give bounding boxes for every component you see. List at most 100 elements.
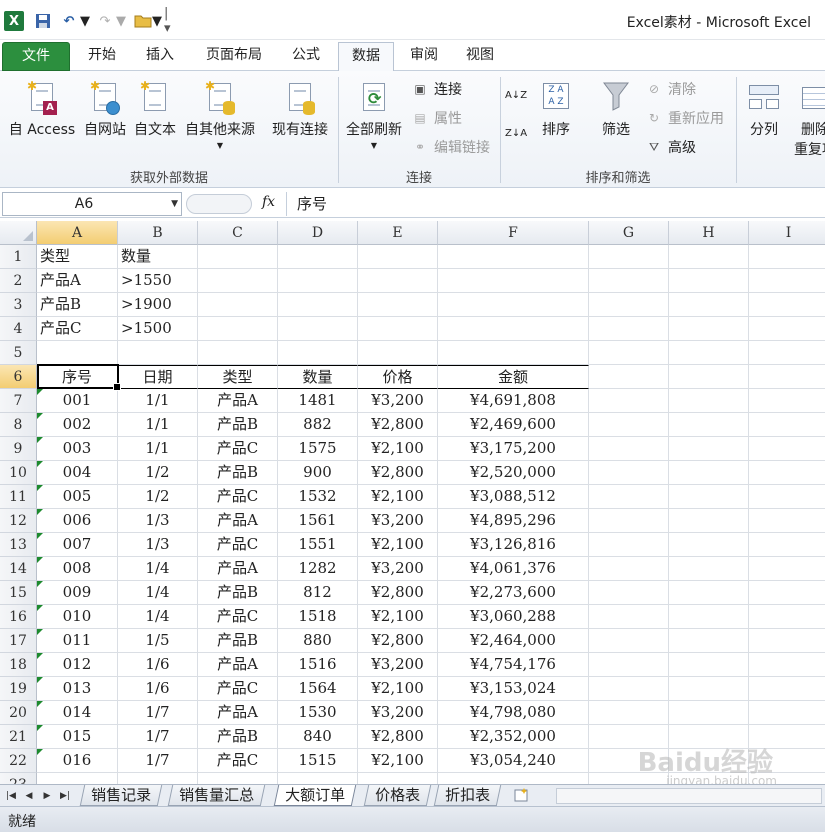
row-header[interactable]: 14 bbox=[0, 557, 37, 581]
cell[interactable]: 数量 bbox=[118, 245, 198, 269]
cell[interactable] bbox=[358, 773, 438, 784]
tab-page-layout[interactable]: 页面布局 bbox=[194, 42, 274, 71]
cell[interactable] bbox=[278, 293, 358, 317]
cell[interactable] bbox=[589, 581, 669, 605]
cell[interactable] bbox=[438, 269, 589, 293]
cell[interactable]: ¥3,200 bbox=[358, 653, 438, 677]
cell[interactable] bbox=[589, 653, 669, 677]
cell[interactable] bbox=[669, 629, 749, 653]
cell[interactable] bbox=[198, 773, 278, 784]
column-header-d[interactable]: D bbox=[278, 221, 358, 245]
cell[interactable] bbox=[669, 557, 749, 581]
cell[interactable] bbox=[749, 269, 825, 293]
row-header[interactable]: 5 bbox=[0, 341, 37, 365]
formula-input[interactable]: 序号 bbox=[286, 192, 825, 216]
cell[interactable]: 产品B bbox=[198, 629, 278, 653]
sheet-tab[interactable]: 折扣表 bbox=[433, 785, 502, 806]
row-header[interactable]: 15 bbox=[0, 581, 37, 605]
cell[interactable] bbox=[669, 365, 749, 389]
cell[interactable]: ¥3,200 bbox=[358, 389, 438, 413]
cell[interactable]: 产品C bbox=[198, 533, 278, 557]
horizontal-scrollbar[interactable] bbox=[556, 788, 822, 804]
cell[interactable] bbox=[358, 293, 438, 317]
cell[interactable] bbox=[198, 269, 278, 293]
cell[interactable] bbox=[669, 245, 749, 269]
cell[interactable]: 011 bbox=[37, 629, 118, 653]
cell[interactable] bbox=[278, 245, 358, 269]
cell[interactable]: ¥3,060,288 bbox=[438, 605, 589, 629]
row-header[interactable]: 13 bbox=[0, 533, 37, 557]
cell[interactable] bbox=[749, 509, 825, 533]
cell[interactable] bbox=[749, 245, 825, 269]
cell[interactable]: ¥2,100 bbox=[358, 437, 438, 461]
open-folder-icon[interactable] bbox=[134, 10, 152, 32]
cell[interactable] bbox=[589, 269, 669, 293]
cell[interactable]: ¥3,126,816 bbox=[438, 533, 589, 557]
column-header-c[interactable]: C bbox=[198, 221, 278, 245]
edit-links-button[interactable]: ⚭ 编辑链接 bbox=[412, 137, 490, 157]
cell[interactable]: 1564 bbox=[278, 677, 358, 701]
cell[interactable]: 1/7 bbox=[118, 725, 198, 749]
column-title[interactable]: 类型 bbox=[198, 365, 278, 389]
cell[interactable] bbox=[278, 317, 358, 341]
cell[interactable]: 016 bbox=[37, 749, 118, 773]
cell[interactable] bbox=[669, 269, 749, 293]
cell[interactable]: 006 bbox=[37, 509, 118, 533]
cell[interactable] bbox=[198, 293, 278, 317]
cell[interactable] bbox=[589, 437, 669, 461]
from-text-button[interactable]: ✱ 自文本 bbox=[130, 79, 180, 139]
cell[interactable] bbox=[438, 317, 589, 341]
cell[interactable]: ¥3,200 bbox=[358, 509, 438, 533]
cell[interactable] bbox=[589, 629, 669, 653]
cell[interactable] bbox=[37, 773, 118, 784]
first-sheet-icon[interactable]: |◀ bbox=[4, 788, 18, 804]
cell[interactable]: 1/5 bbox=[118, 629, 198, 653]
cell[interactable]: 1515 bbox=[278, 749, 358, 773]
cell[interactable]: 1551 bbox=[278, 533, 358, 557]
sort-button[interactable]: Z AA Z 排序 bbox=[536, 79, 576, 139]
cell[interactable]: 1/2 bbox=[118, 485, 198, 509]
cell[interactable]: 产品C bbox=[198, 485, 278, 509]
cell[interactable]: ¥4,798,080 bbox=[438, 701, 589, 725]
cell[interactable]: 008 bbox=[37, 557, 118, 581]
cell[interactable]: >1900 bbox=[118, 293, 198, 317]
cell[interactable]: 类型 bbox=[37, 245, 118, 269]
cell[interactable] bbox=[749, 653, 825, 677]
cell[interactable] bbox=[438, 245, 589, 269]
row-header[interactable]: 16 bbox=[0, 605, 37, 629]
cell[interactable] bbox=[669, 725, 749, 749]
cell[interactable] bbox=[589, 365, 669, 389]
cell[interactable]: 1/3 bbox=[118, 533, 198, 557]
cell[interactable] bbox=[749, 317, 825, 341]
redo-dropdown-icon[interactable]: ▼ bbox=[116, 10, 126, 32]
cell[interactable]: >1550 bbox=[118, 269, 198, 293]
cell[interactable]: ¥4,895,296 bbox=[438, 509, 589, 533]
cell[interactable]: ¥2,100 bbox=[358, 749, 438, 773]
cell[interactable]: 产品A bbox=[198, 389, 278, 413]
cell[interactable] bbox=[749, 413, 825, 437]
cell[interactable] bbox=[669, 461, 749, 485]
cell[interactable] bbox=[749, 725, 825, 749]
tab-review[interactable]: 审阅 bbox=[400, 42, 448, 71]
cell[interactable]: 1/4 bbox=[118, 557, 198, 581]
cell[interactable] bbox=[278, 269, 358, 293]
cell[interactable]: 产品A bbox=[198, 701, 278, 725]
row-header[interactable]: 23 bbox=[0, 773, 37, 784]
column-title[interactable]: 金额 bbox=[438, 365, 589, 389]
cell[interactable]: ¥2,464,000 bbox=[438, 629, 589, 653]
customize-quick-access-icon[interactable]: |▾ bbox=[164, 6, 174, 36]
cell[interactable] bbox=[669, 389, 749, 413]
cell[interactable]: 产品C bbox=[198, 437, 278, 461]
from-access-button[interactable]: ✱ A 自 Access bbox=[4, 79, 80, 139]
cell[interactable] bbox=[669, 773, 749, 784]
cell[interactable] bbox=[589, 557, 669, 581]
cell[interactable]: ¥2,352,000 bbox=[438, 725, 589, 749]
cell[interactable]: 1/7 bbox=[118, 749, 198, 773]
cell[interactable]: ¥2,520,000 bbox=[438, 461, 589, 485]
cell[interactable] bbox=[438, 293, 589, 317]
cell[interactable] bbox=[749, 461, 825, 485]
cell[interactable]: 产品B bbox=[198, 725, 278, 749]
row-header[interactable]: 4 bbox=[0, 317, 37, 341]
cell[interactable]: 005 bbox=[37, 485, 118, 509]
row-header[interactable]: 17 bbox=[0, 629, 37, 653]
